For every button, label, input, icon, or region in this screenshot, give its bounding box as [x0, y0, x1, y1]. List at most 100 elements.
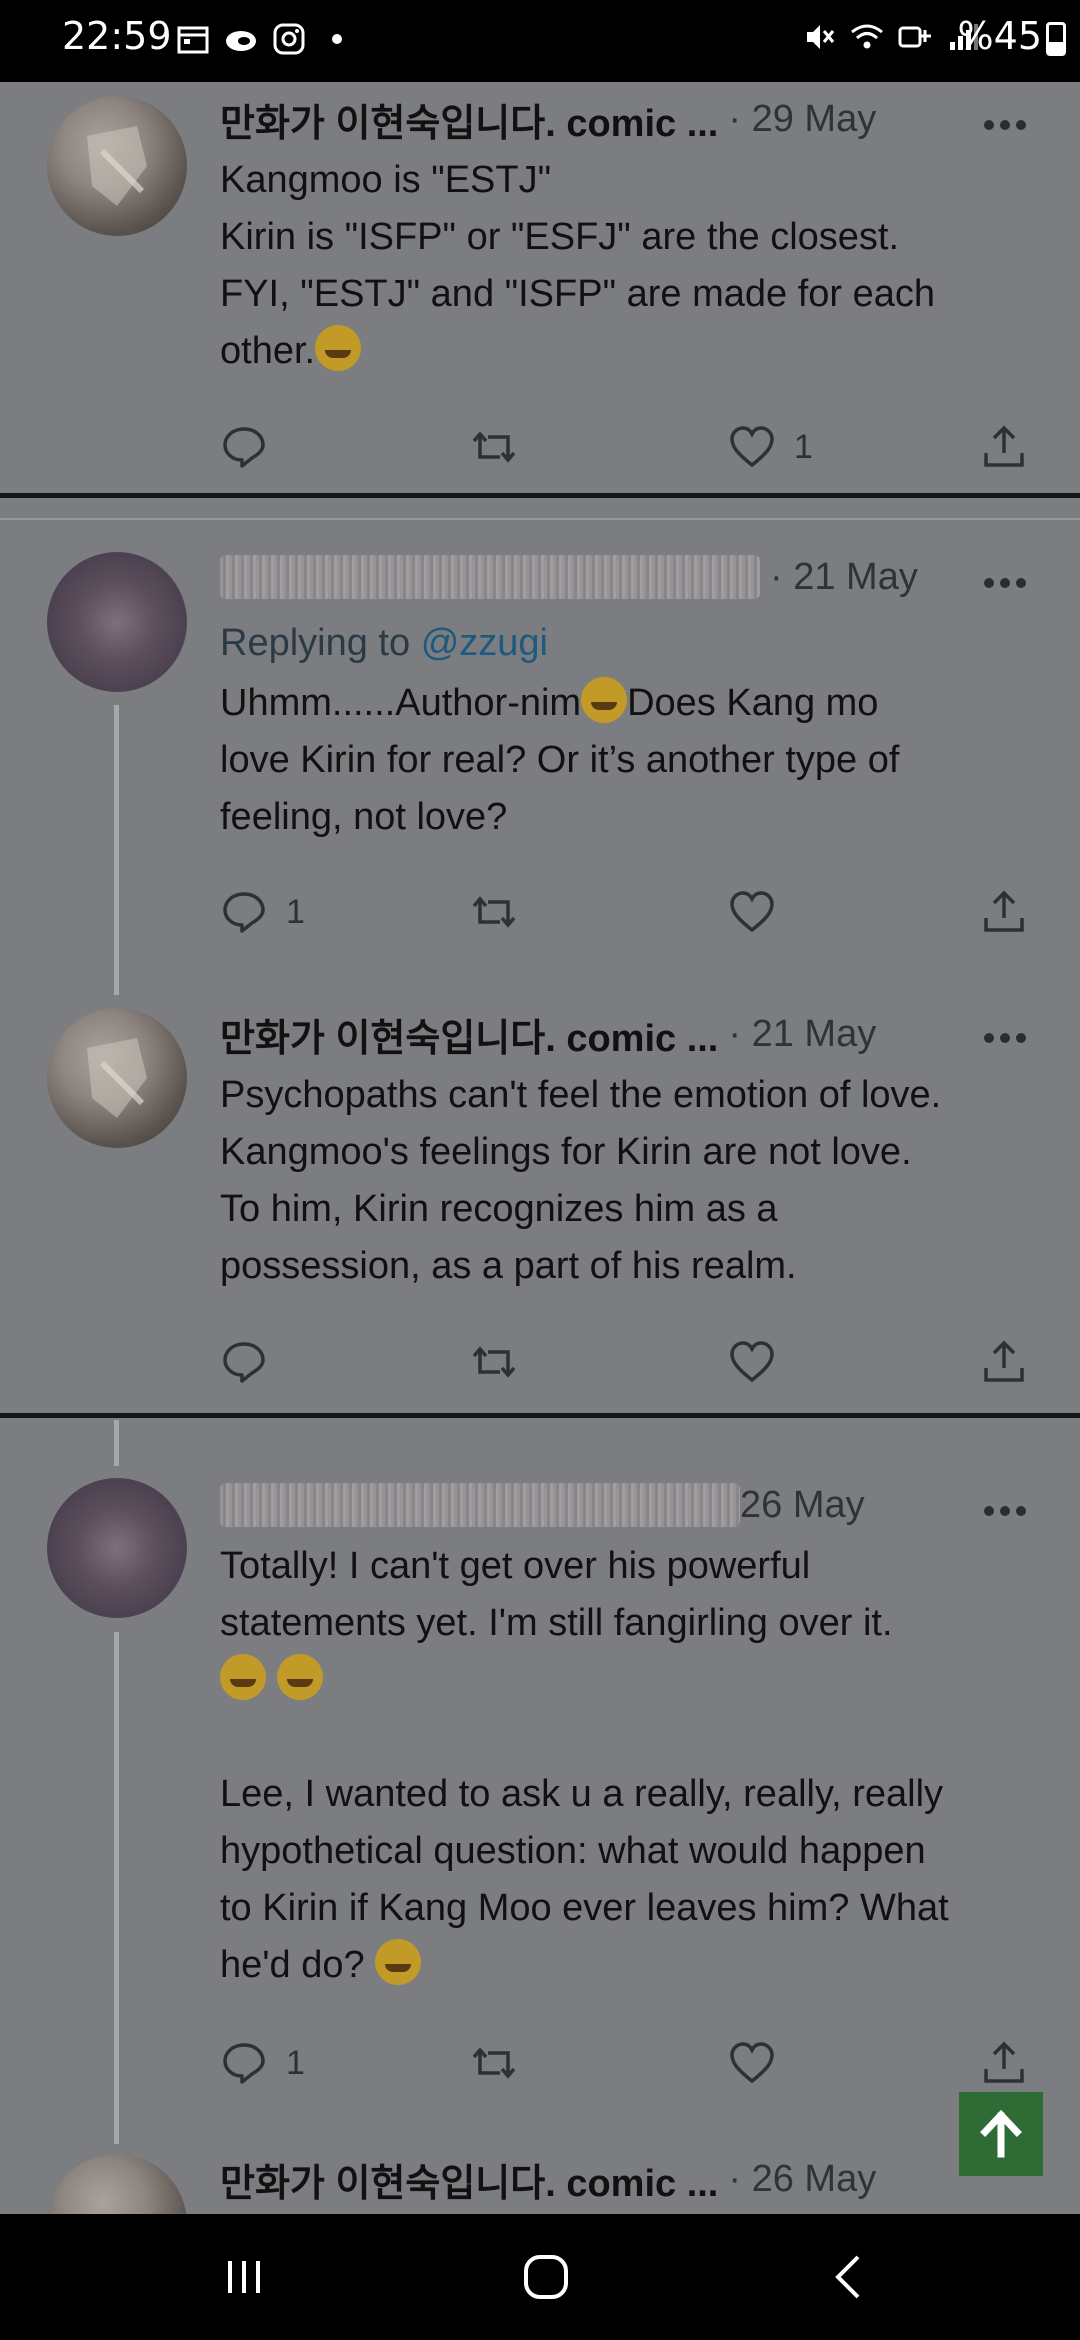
- battery-percent: %45: [957, 14, 1042, 58]
- reply-button[interactable]: [220, 422, 268, 472]
- redacted-username: [220, 555, 760, 599]
- thread-separator: [0, 1413, 1080, 1418]
- retweet-button[interactable]: [470, 1337, 518, 1387]
- retweet-icon: [472, 2047, 516, 2079]
- avatar[interactable]: [47, 96, 187, 236]
- share-button[interactable]: [980, 1337, 1028, 1387]
- like-button[interactable]: [728, 887, 776, 937]
- back-button[interactable]: [770, 2214, 930, 2340]
- dot-icon: [332, 34, 342, 44]
- heart-icon: [730, 1341, 774, 1383]
- tweet-line: to Kirin if Kang Moo ever leaves him? Wh…: [220, 1887, 949, 1929]
- calendar-icon: [177, 26, 209, 54]
- eye-roll-emoji: [581, 677, 628, 723]
- tweet-line: Totally! I can't get over his powerful: [220, 1545, 811, 1587]
- tweet-actions: 1: [220, 887, 1040, 937]
- more-options-icon[interactable]: [984, 578, 1028, 590]
- thread-line: [114, 1632, 119, 2144]
- tweet-date[interactable]: · 29 May: [728, 98, 876, 141]
- tweet-line: statements yet. I'm still fangirling ove…: [220, 1602, 893, 1644]
- avatar[interactable]: [47, 1008, 187, 1148]
- retweet-icon: [472, 1346, 516, 1378]
- tweet-line: Lee, I wanted to ask u a really, really,…: [220, 1773, 944, 1815]
- reply-icon: [223, 1342, 265, 1383]
- share-button[interactable]: [980, 2038, 1028, 2088]
- more-options-icon[interactable]: [984, 1033, 1028, 1045]
- tweet-date[interactable]: · 26 May: [728, 2158, 876, 2201]
- reply-count: 1: [286, 892, 305, 931]
- tweet-date[interactable]: 26 May: [740, 1484, 865, 1527]
- reply-count: 1: [286, 2043, 305, 2082]
- tweet-line: Does Kang mo: [627, 682, 879, 724]
- author-name[interactable]: 만화가 이현숙입니다. comic ...: [220, 92, 718, 147]
- tweet-line: Kangmoo's feelings for Kirin are not lov…: [220, 1131, 912, 1173]
- retweet-icon: [472, 431, 516, 463]
- tweet-line: other.: [220, 330, 316, 372]
- replying-to-label: Replying to: [220, 622, 411, 664]
- avatar[interactable]: [47, 1478, 187, 1618]
- tweet-line: love Kirin for real? Or it’s another typ…: [220, 739, 900, 781]
- tweet-actions: 1: [220, 422, 1040, 472]
- retweet-icon: [472, 896, 516, 928]
- tweet-date[interactable]: · 21 May: [728, 1013, 876, 1056]
- retweet-button[interactable]: [470, 887, 518, 937]
- tweet-line: he'd do?: [220, 1944, 365, 1986]
- author-name[interactable]: 만화가 이현숙입니다. comic ...: [220, 2152, 718, 2207]
- replying-to: Replying to @zzugi: [220, 622, 548, 665]
- tweet-actions: 1: [220, 2038, 1040, 2088]
- tweet-line: Uhmm......Author-nim: [220, 682, 582, 724]
- status-bar: 22:59 %45: [0, 0, 1080, 82]
- like-button[interactable]: 1: [728, 422, 813, 472]
- share-button[interactable]: [980, 887, 1028, 937]
- tweet-text: Uhmm......Author-nim Does Kang mo love Ki…: [220, 675, 1030, 846]
- reply-button[interactable]: [220, 1337, 268, 1387]
- mute-icon: [807, 25, 835, 49]
- reply-button[interactable]: 1: [220, 887, 305, 937]
- cloud-icon: [226, 31, 256, 51]
- wifi-icon: [851, 24, 883, 49]
- tweet-line: Kangmoo is "ESTJ": [220, 159, 552, 201]
- reply-handle-link[interactable]: @zzugi: [421, 622, 548, 664]
- home-button[interactable]: [466, 2214, 626, 2340]
- thread-line: [114, 705, 119, 995]
- tweet-line: Kirin is "ISFP" or "ESFJ" are the closes…: [220, 216, 900, 258]
- avatar[interactable]: [47, 2154, 187, 2214]
- share-button[interactable]: [980, 422, 1028, 472]
- tweet-text: Kangmoo is "ESTJ" Kirin is "ISFP" or "ES…: [220, 152, 1030, 380]
- reply-button[interactable]: 1: [220, 2038, 305, 2088]
- share-icon: [984, 1340, 1024, 1382]
- heart-icon: [730, 891, 774, 933]
- tweet-line: Psychopaths can't feel the emotion of lo…: [220, 1074, 942, 1116]
- tweet-actions: [220, 1337, 1040, 1387]
- thread-separator: [0, 493, 1080, 498]
- heart-icon: [730, 426, 774, 468]
- arrow-up-icon: [980, 2109, 1022, 2158]
- more-options-icon[interactable]: [984, 120, 1028, 132]
- home-icon: [524, 2255, 568, 2299]
- recent-apps-button[interactable]: [164, 2214, 324, 2340]
- tweet[interactable]: 만화가 이현숙입니다. comic ... · 26 May: [0, 2150, 1080, 2214]
- tweet-date[interactable]: · 21 May: [770, 556, 918, 599]
- laughing-emoji: [276, 1654, 323, 1700]
- tweet-line: To him, Kirin recognizes him as a: [220, 1188, 778, 1230]
- retweet-button[interactable]: [470, 422, 518, 472]
- tweet-line: hypothetical question: what would happen: [220, 1830, 926, 1872]
- like-button[interactable]: [728, 2038, 776, 2088]
- avatar[interactable]: [47, 552, 187, 692]
- reply-icon: [223, 2043, 265, 2084]
- heart-icon: [730, 2042, 774, 2084]
- redacted-username: [220, 1483, 740, 1527]
- reply-icon: [223, 427, 265, 468]
- share-icon: [984, 890, 1024, 932]
- navigation-bar: [0, 2214, 1080, 2340]
- like-button[interactable]: [728, 1337, 776, 1387]
- author-name[interactable]: 만화가 이현숙입니다. comic ...: [220, 1007, 718, 1062]
- status-time: 22:59: [62, 14, 172, 58]
- volte-icon: [898, 26, 931, 48]
- tweet-line: feeling, not love?: [220, 796, 508, 838]
- scroll-to-top-button[interactable]: [959, 2092, 1043, 2176]
- more-options-icon[interactable]: [984, 1506, 1028, 1518]
- laughing-emoji: [220, 1654, 266, 1700]
- retweet-button[interactable]: [470, 2038, 518, 2088]
- recent-apps-icon: [228, 2261, 260, 2293]
